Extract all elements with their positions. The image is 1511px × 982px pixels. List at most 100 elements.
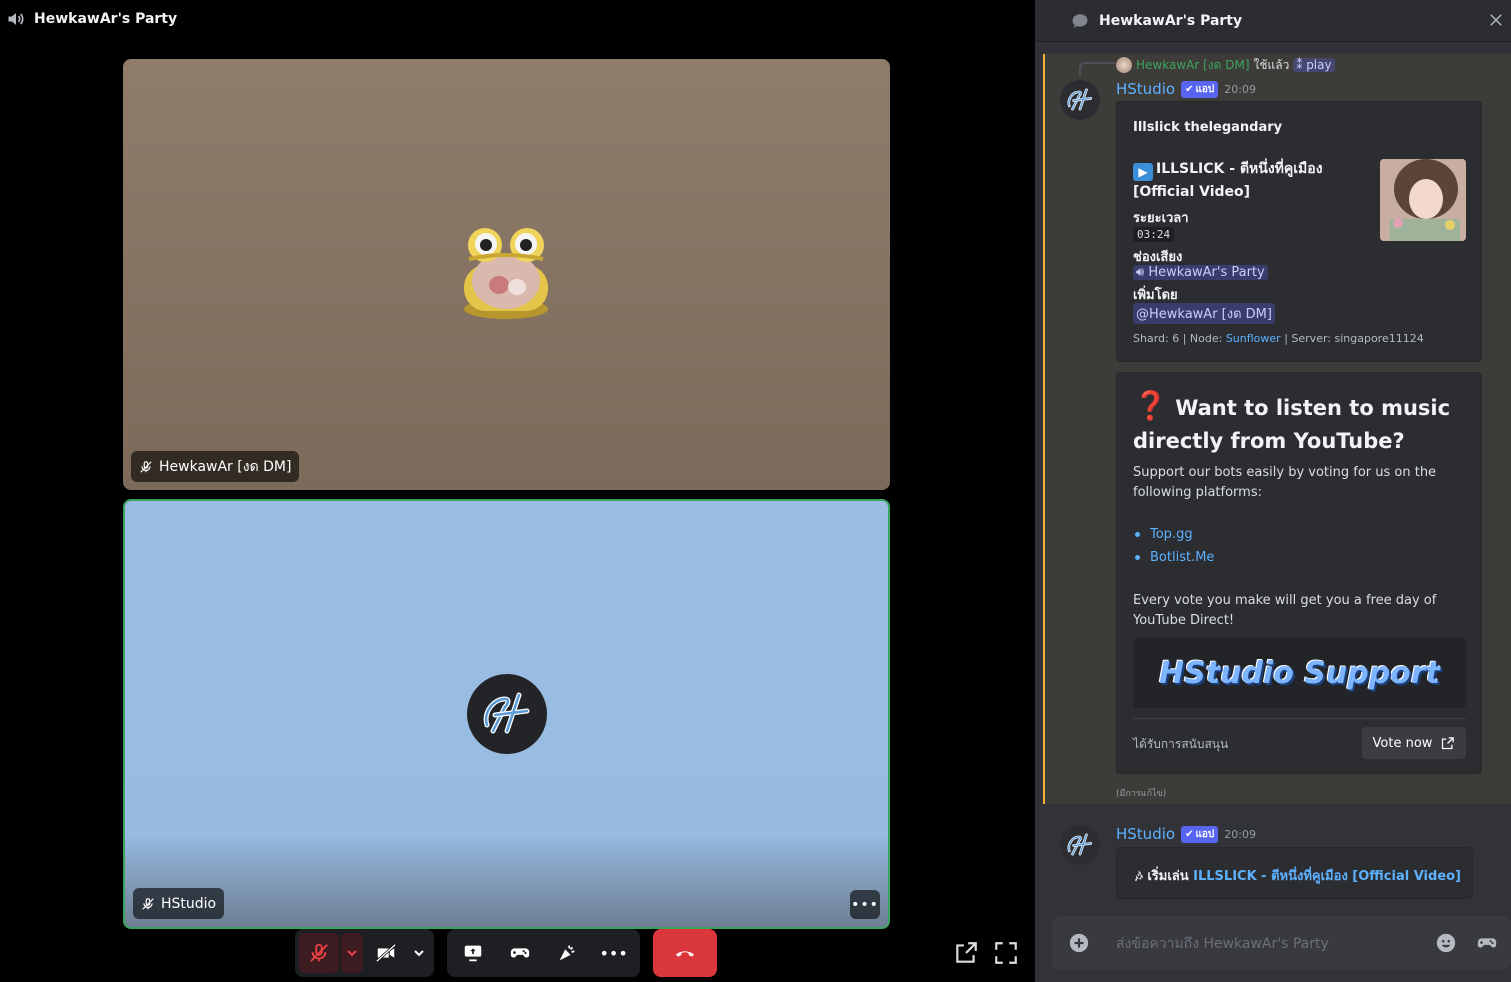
more-button[interactable]: ••• — [591, 933, 636, 973]
duration-value: 03:24 — [1133, 227, 1175, 242]
now-playing-song[interactable]: ILLSLICK - ตีหนึ่งที่คูเมือง [Official V… — [1193, 869, 1461, 884]
command-pill[interactable]: ⁑ play — [1293, 58, 1335, 72]
bullet — [1135, 555, 1140, 560]
slash-icon: ⁑ — [1296, 58, 1307, 72]
camera-off-icon — [375, 943, 396, 963]
participant-name: HStudio — [161, 895, 217, 912]
speaker-icon: 🔊︎ — [1136, 265, 1149, 280]
avatar — [1116, 57, 1132, 73]
plus-icon[interactable] — [1068, 932, 1090, 954]
sponsored-label: ได้รับการสนับสนุน — [1133, 737, 1229, 751]
footer-suffix: | Server: singapore11124 — [1284, 332, 1424, 345]
external-link-icon — [1442, 736, 1455, 749]
added-by-label: เพิ่มโดย — [1133, 288, 1178, 303]
emoji-icon[interactable] — [1435, 932, 1457, 954]
activity-icon — [510, 948, 530, 958]
message-composer[interactable]: ส่งข้อความถึง HewkawAr's Party — [1052, 916, 1511, 970]
more-icon: ••• — [599, 943, 628, 963]
screen-share-button[interactable] — [451, 933, 496, 973]
call-header: HewkawAr's Party — [6, 8, 177, 30]
embed-title-text: ILLSLICK - ตีหนึ่งที่คูเมือง [Official V… — [1133, 161, 1323, 200]
activity-button[interactable] — [498, 933, 543, 973]
question-mark-icon: ❓ — [1133, 389, 1168, 422]
duration-label: ระยะเวลา — [1133, 211, 1189, 226]
close-icon[interactable] — [1487, 11, 1505, 29]
tile-more-button[interactable]: ••• — [850, 890, 880, 919]
avatar[interactable] — [1060, 80, 1100, 120]
fullscreen-icon[interactable] — [993, 940, 1019, 966]
popout-icon[interactable] — [953, 940, 979, 966]
message-header: HStudio ✔ แอป 20:09 — [1116, 79, 1256, 99]
chat-header: HewkawAr's Party — [1035, 0, 1511, 42]
reply-connector — [1079, 62, 1115, 76]
reply-author[interactable]: HewkawAr [งด DM] — [1136, 56, 1250, 75]
hstudio-logo-icon — [483, 692, 530, 734]
speaker-icon — [8, 13, 24, 25]
vote-links: Top.gg Botlist.Me — [1133, 523, 1214, 569]
mic-options-button[interactable] — [341, 933, 363, 973]
channel-mention[interactable]: 🔊︎ HewkawAr's Party — [1133, 265, 1268, 280]
participant-tile-hewkawar[interactable]: HewkawAr [งด DM] — [123, 59, 890, 490]
message-header: HStudio ✔ แอป 20:09 — [1116, 824, 1256, 844]
vote-promo-embed: ❓ Want to listen to music directly from … — [1116, 372, 1482, 774]
link-botlist[interactable]: Botlist.Me — [1150, 546, 1214, 569]
embed-title: ❓ Want to listen to music directly from … — [1133, 389, 1453, 458]
audio-video-controls — [295, 929, 434, 977]
support-banner[interactable]: HStudio Support — [1133, 638, 1466, 708]
mic-muted-icon — [310, 943, 329, 962]
participant-name: HewkawAr [งด DM] — [159, 458, 292, 475]
hstudio-logo-icon — [1067, 88, 1093, 111]
message-timestamp: 20:09 — [1224, 82, 1256, 96]
screen-share-icon — [465, 945, 482, 962]
soundboard-button[interactable] — [545, 933, 590, 973]
list-item: Top.gg — [1133, 523, 1214, 546]
participant-label: HewkawAr [งด DM] — [131, 451, 300, 482]
play-icon: ▶ — [1133, 163, 1153, 181]
embed-title[interactable]: ▶ ILLSLICK - ตีหนึ่งที่คูเมือง [Official … — [1133, 158, 1363, 203]
embed-footer: Shard: 6 | Node: Sunflower | Server: sin… — [1133, 332, 1424, 345]
chat-title: HewkawAr's Party — [1099, 12, 1243, 29]
disconnect-button[interactable] — [653, 929, 717, 977]
avatar[interactable] — [1060, 825, 1100, 865]
thread-icon — [1072, 13, 1088, 28]
soundboard-icon — [559, 945, 575, 961]
composer-placeholder[interactable]: ส่งข้อความถึง HewkawAr's Party — [1116, 933, 1329, 955]
footer-prefix: Shard: 6 | Node: — [1133, 332, 1223, 345]
mute-button[interactable] — [299, 933, 340, 973]
camera-options-button[interactable] — [409, 933, 430, 973]
app-badge: ✔ แอป — [1181, 80, 1219, 98]
mic-muted-icon — [142, 897, 154, 910]
thumbnail-image — [1380, 159, 1466, 241]
participant-tile-hstudio[interactable]: HStudio ••• — [123, 499, 890, 929]
game-icon[interactable] — [1475, 932, 1499, 954]
now-playing-embed: Illslick thelegandary ▶ ILLSLICK - ตีหนึ่… — [1116, 101, 1482, 362]
embed-title-text: Want to listen to music directly from Yo… — [1133, 396, 1451, 453]
video-thumbnail[interactable] — [1380, 159, 1466, 241]
mic-muted-icon — [140, 460, 152, 473]
embed-description-2: Every vote you make will get you a free … — [1133, 593, 1437, 628]
channel-name: HewkawAr's Party — [1148, 265, 1265, 280]
vote-now-button[interactable]: Vote now — [1362, 727, 1466, 759]
camera-button[interactable] — [365, 933, 407, 973]
link-topgg[interactable]: Top.gg — [1150, 523, 1193, 546]
reply-action: ใช้แล้ว — [1253, 57, 1290, 72]
reply-reference[interactable]: HewkawAr [งด DM] ใช้แล้ว ⁑ play — [1116, 56, 1335, 74]
music-note-icon: 🎶︎ — [1135, 869, 1148, 884]
embed-description: Support our bots easily by voting for us… — [1133, 465, 1437, 500]
list-item: Botlist.Me — [1133, 546, 1214, 569]
divider — [1133, 718, 1466, 719]
hang-up-icon — [675, 951, 695, 957]
hstudio-logo-icon — [1067, 833, 1093, 856]
participant-label: HStudio — [133, 888, 225, 919]
frog-avatar-icon — [464, 228, 548, 319]
check-icon: ✔ — [1185, 83, 1194, 95]
user-mention[interactable]: @HewkawAr [งด DM] — [1133, 303, 1275, 324]
embed-author: Illslick thelegandary — [1133, 120, 1283, 135]
activity-controls: ••• — [447, 929, 640, 977]
app-badge-label: แอป — [1195, 828, 1215, 840]
footer-node: Sunflower — [1225, 332, 1281, 345]
app-badge-label: แอป — [1195, 83, 1215, 95]
edited-label: (มีการแก้ไข) — [1116, 789, 1167, 799]
message-author[interactable]: HStudio — [1116, 80, 1175, 98]
message-author[interactable]: HStudio — [1116, 825, 1175, 843]
